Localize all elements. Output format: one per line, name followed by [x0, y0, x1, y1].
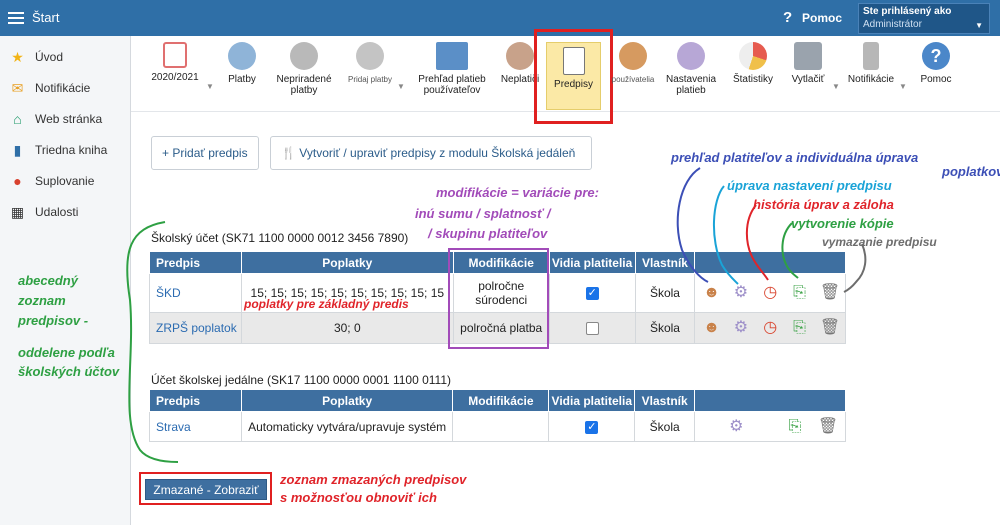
delete-arrow-stroke: [843, 243, 867, 293]
overview-arrow-stroke: [676, 167, 709, 283]
copy-arrow-stroke: [781, 222, 799, 279]
settings-arrow-stroke: [713, 185, 739, 285]
left-bracket-stroke: [126, 221, 179, 463]
annotation-strokes: [126, 167, 867, 463]
history-arrow-stroke: [745, 204, 769, 281]
